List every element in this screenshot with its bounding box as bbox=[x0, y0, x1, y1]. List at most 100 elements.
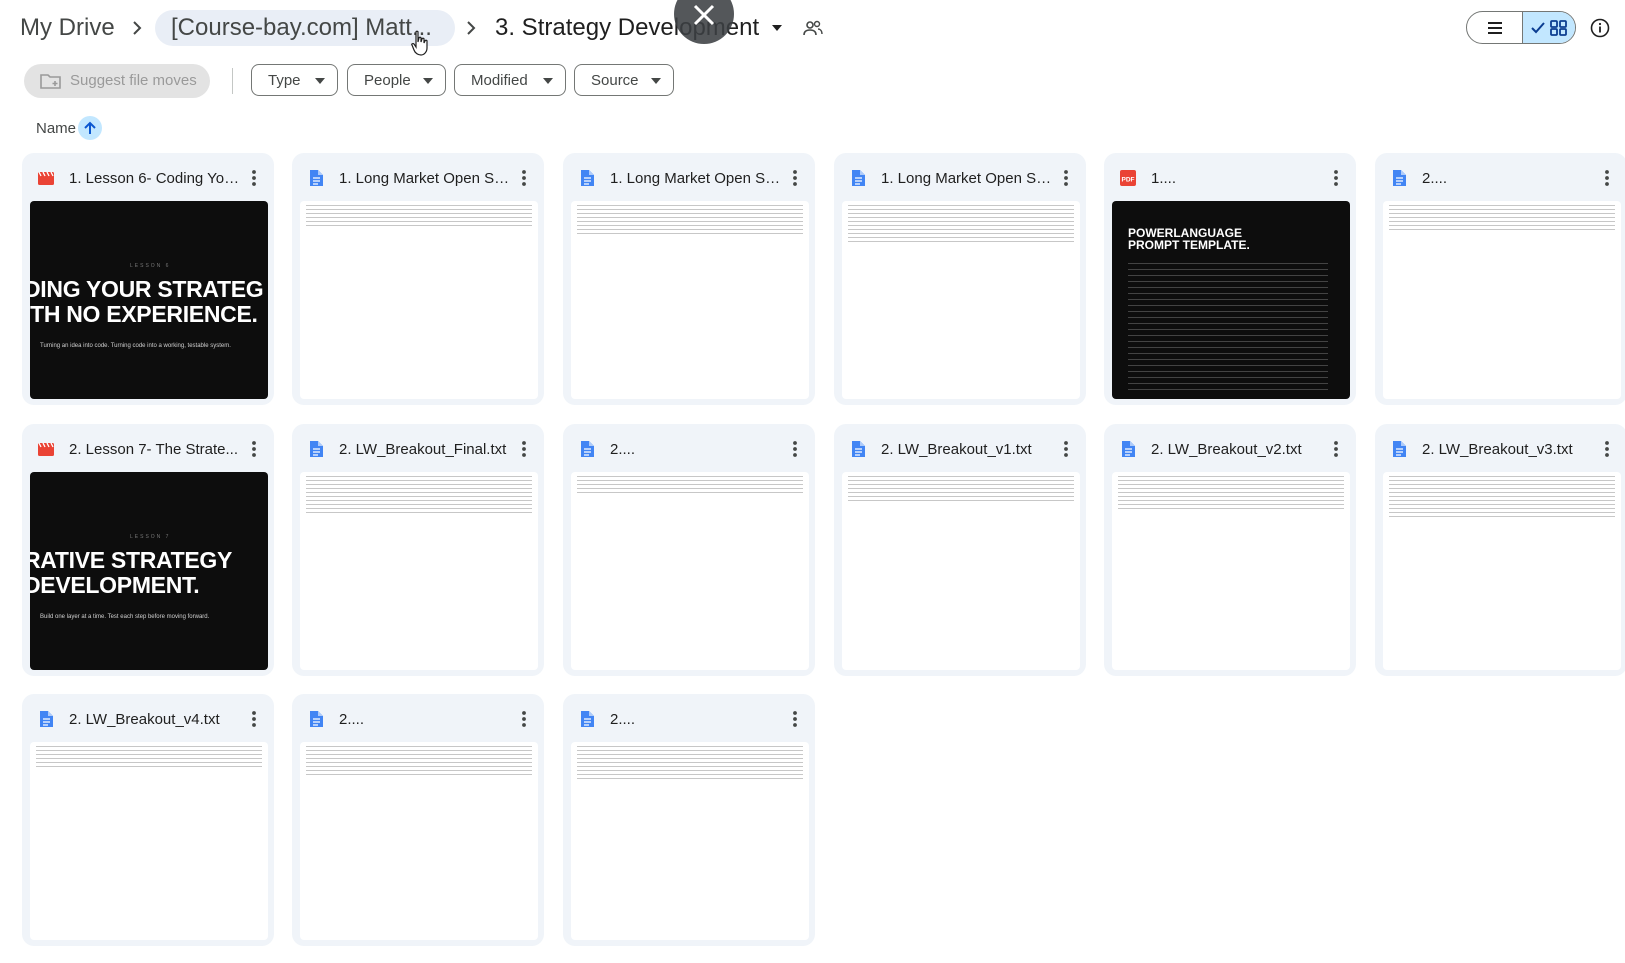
file-name: 2.... bbox=[610, 441, 636, 458]
file-card[interactable]: 2.... bbox=[563, 694, 815, 946]
file-card[interactable]: 1. Long Market Open S&... bbox=[563, 153, 815, 405]
list-view-button[interactable] bbox=[1467, 12, 1522, 43]
suggest-file-moves-button[interactable]: Suggest file moves bbox=[24, 64, 210, 98]
dropdown-arrow-icon bbox=[315, 78, 325, 84]
filter-people-chip[interactable]: People bbox=[347, 64, 446, 96]
file-name: 2. Lesson 7- The Strate... bbox=[69, 441, 238, 458]
more-options-icon[interactable] bbox=[1597, 167, 1617, 189]
file-card[interactable]: 2. LW_Breakout_v3.txt bbox=[1375, 424, 1625, 676]
file-card[interactable]: 2. Lesson 7- The Strate... LESSON 7 RATIVE… bbox=[22, 424, 274, 676]
filter-source-chip[interactable]: Source bbox=[574, 64, 674, 96]
more-options-icon[interactable] bbox=[244, 438, 264, 460]
text-document-icon bbox=[581, 170, 594, 186]
file-card[interactable]: 1. Long Market Open S&... bbox=[292, 153, 544, 405]
video-file-icon bbox=[38, 442, 54, 456]
more-options-icon[interactable] bbox=[1056, 438, 1076, 460]
thumbnail-caption: Build one layer at a time. Test each ste… bbox=[40, 614, 210, 620]
thumbnail-kicker: LESSON 6 bbox=[130, 263, 171, 269]
thumbnail-headline: DING YOUR STRATEG ITH NO EXPERIENCE. bbox=[30, 276, 264, 327]
more-options-icon[interactable] bbox=[514, 438, 534, 460]
file-card[interactable]: 2. LW_Breakout_Final.txt bbox=[292, 424, 544, 676]
dropdown-arrow-icon bbox=[651, 78, 661, 84]
file-card[interactable]: 2.... bbox=[292, 694, 544, 946]
thumbnail-text-lines bbox=[577, 746, 803, 782]
hand-cursor-icon bbox=[411, 30, 428, 56]
filter-modified-chip[interactable]: Modified bbox=[454, 64, 566, 96]
text-document-icon bbox=[1122, 441, 1135, 457]
thumbnail-text-lines bbox=[1389, 476, 1615, 517]
file-name: 1. Long Market Open S&... bbox=[881, 170, 1053, 187]
file-thumbnail bbox=[842, 472, 1080, 670]
text-document-icon bbox=[581, 711, 594, 727]
filter-source-label: Source bbox=[591, 72, 639, 89]
file-thumbnail bbox=[842, 201, 1080, 399]
file-name: 2. LW_Breakout_Final.txt bbox=[339, 441, 507, 458]
file-name: 1. Long Market Open S&... bbox=[610, 170, 782, 187]
grid-selected-icon bbox=[1531, 20, 1567, 36]
text-document-icon bbox=[581, 441, 594, 457]
file-thumbnail bbox=[30, 742, 268, 940]
more-options-icon[interactable] bbox=[1597, 438, 1617, 460]
file-name: 2.... bbox=[610, 711, 636, 728]
thumbnail-text-lines bbox=[577, 205, 803, 235]
more-options-icon[interactable] bbox=[244, 708, 264, 730]
info-icon[interactable] bbox=[1590, 18, 1610, 38]
file-card[interactable]: 1. Lesson 6- Coding You... LESSON 6 DING Y… bbox=[22, 153, 274, 405]
filter-type-label: Type bbox=[268, 72, 301, 89]
more-options-icon[interactable] bbox=[785, 167, 805, 189]
file-name: 2. LW_Breakout_v2.txt bbox=[1151, 441, 1302, 458]
more-options-icon[interactable] bbox=[1326, 167, 1346, 189]
thumbnail-kicker: LESSON 7 bbox=[130, 534, 171, 540]
view-toggle bbox=[1466, 11, 1576, 44]
file-card[interactable]: 2.... bbox=[563, 424, 815, 676]
file-card[interactable]: PDF 1.... POWERLANGUAGE PROMPT TEMPLATE. bbox=[1104, 153, 1356, 405]
list-icon bbox=[1488, 22, 1502, 34]
file-thumbnail: LESSON 7 RATIVE STRATEGY DEVELOPMENT. Buil… bbox=[30, 472, 268, 670]
file-card[interactable]: 2.... bbox=[1375, 153, 1625, 405]
breadcrumb-parent-folder[interactable]: [Course-bay.com] Matt... bbox=[155, 10, 455, 46]
thumbnail-text-lines bbox=[306, 746, 532, 775]
caret-down-icon[interactable] bbox=[771, 24, 783, 32]
file-thumbnail bbox=[571, 201, 809, 399]
breadcrumb-my-drive[interactable]: My Drive bbox=[20, 10, 115, 46]
sort-label: Name bbox=[36, 120, 77, 137]
thumbnail-headline: POWERLANGUAGE PROMPT TEMPLATE. bbox=[1128, 226, 1250, 252]
filter-type-chip[interactable]: Type bbox=[251, 64, 338, 96]
text-document-icon bbox=[1393, 441, 1406, 457]
file-card[interactable]: 2. LW_Breakout_v1.txt bbox=[834, 424, 1086, 676]
dropdown-arrow-icon bbox=[423, 78, 433, 84]
toolbar-divider bbox=[232, 68, 233, 94]
folder-move-icon bbox=[40, 74, 61, 89]
file-card[interactable]: 1. Long Market Open S&... bbox=[834, 153, 1086, 405]
more-options-icon[interactable] bbox=[1326, 438, 1346, 460]
grid-view-button[interactable] bbox=[1522, 12, 1575, 43]
more-options-icon[interactable] bbox=[514, 167, 534, 189]
text-document-icon bbox=[852, 441, 865, 457]
shared-people-icon[interactable] bbox=[803, 19, 823, 37]
more-options-icon[interactable] bbox=[785, 438, 805, 460]
file-name: 2. LW_Breakout_v1.txt bbox=[881, 441, 1032, 458]
thumbnail-caption: Turning an idea into code. Turning code … bbox=[40, 343, 231, 349]
file-thumbnail: LESSON 6 DING YOUR STRATEG ITH NO EXPERIE… bbox=[30, 201, 268, 399]
file-name: 2. LW_Breakout_v4.txt bbox=[69, 711, 220, 728]
more-options-icon[interactable] bbox=[514, 708, 534, 730]
thumbnail-text-lines bbox=[1118, 476, 1344, 510]
file-thumbnail bbox=[571, 742, 809, 940]
sort-ascending-button[interactable] bbox=[78, 116, 102, 140]
more-options-icon[interactable] bbox=[785, 708, 805, 730]
file-thumbnail: POWERLANGUAGE PROMPT TEMPLATE. bbox=[1112, 201, 1350, 399]
file-thumbnail bbox=[1383, 201, 1621, 399]
more-options-icon[interactable] bbox=[1056, 167, 1076, 189]
thumbnail-text-lines bbox=[1389, 205, 1615, 230]
file-name: 2. LW_Breakout_v3.txt bbox=[1422, 441, 1573, 458]
dropdown-arrow-icon bbox=[543, 78, 553, 84]
file-card[interactable]: 2. LW_Breakout_v2.txt bbox=[1104, 424, 1356, 676]
thumbnail-text-lines bbox=[306, 205, 532, 228]
file-thumbnail bbox=[300, 201, 538, 399]
thumbnail-headline: RATIVE STRATEGY DEVELOPMENT. bbox=[30, 547, 233, 598]
text-document-icon bbox=[1393, 170, 1406, 186]
file-card[interactable]: 2. LW_Breakout_v4.txt bbox=[22, 694, 274, 946]
more-options-icon[interactable] bbox=[244, 167, 264, 189]
folder-header: My Drive [Course-bay.com] Matt... 3. Str… bbox=[0, 0, 1625, 56]
file-name: 1. Long Market Open S&... bbox=[339, 170, 511, 187]
